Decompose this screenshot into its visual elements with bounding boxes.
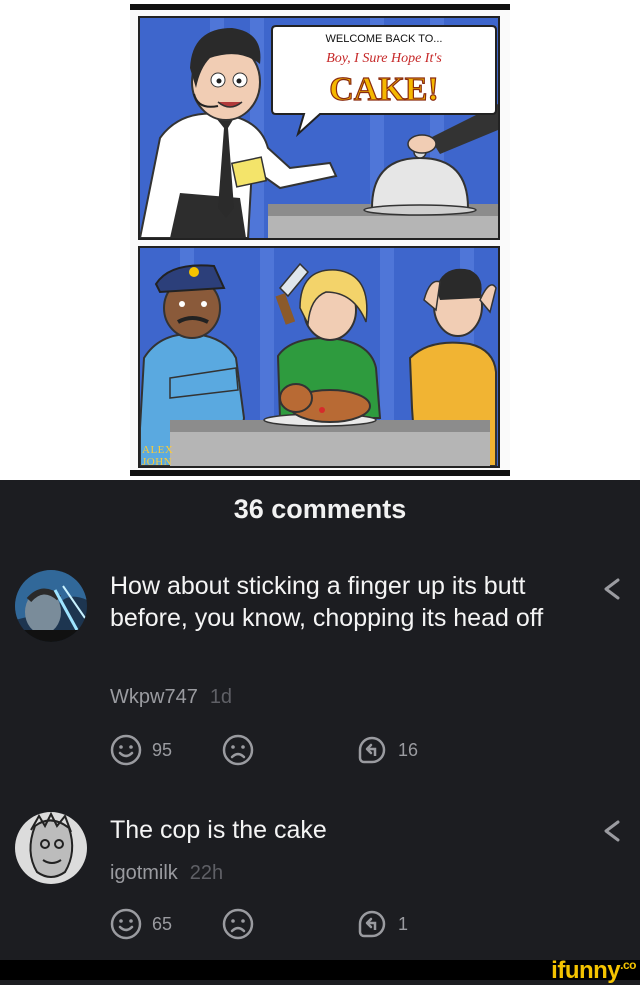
smile-count: 65 (152, 913, 173, 934)
smile-button[interactable]: 95 (110, 734, 172, 766)
frown-icon (222, 734, 254, 766)
avatar[interactable] (15, 570, 87, 642)
unsmile-button[interactable] (222, 734, 254, 766)
smile-icon (110, 908, 142, 940)
share-icon[interactable] (596, 816, 626, 846)
frown-icon (222, 908, 254, 940)
reply-count: 16 (398, 739, 419, 760)
artist-signature: ALEX JOHN (142, 444, 173, 468)
comment-actions: 65 1 (110, 908, 450, 942)
comment-meta: Wkpw747 1d (110, 686, 232, 709)
reply-button[interactable]: 1 (356, 908, 408, 940)
reply-count: 1 (398, 913, 409, 934)
bubble-line-2: Boy, I Sure Hope It's (326, 51, 442, 66)
bubble-line-1: WELCOME BACK TO... (326, 33, 443, 45)
comment-text: The cop is the cake (110, 816, 327, 844)
comment-time: 1d (209, 686, 233, 708)
smile-button[interactable]: 65 (110, 908, 172, 940)
reply-icon (358, 736, 386, 764)
comment-time: 22h (189, 862, 224, 884)
comment-text: How about sticking a finger up its butt … (110, 572, 544, 632)
comment-username[interactable]: Wkpw747 (110, 686, 198, 708)
share-icon[interactable] (596, 574, 626, 604)
panel-2-illustration (140, 248, 498, 466)
avatar-image-1 (15, 570, 87, 642)
brand-logo-suffix: .co (620, 958, 636, 972)
reply-button[interactable]: 16 (356, 734, 418, 766)
comment-username[interactable]: igotmilk (110, 862, 178, 884)
comic-panel-2 (138, 246, 500, 468)
ifunny-watermark: ifunny.co (551, 957, 636, 985)
avatar[interactable] (15, 812, 87, 884)
comic-panel-1: WELCOME BACK TO... Boy, I Sure Hope It's… (138, 16, 500, 240)
unsmile-button[interactable] (222, 908, 254, 940)
comic-strip: WELCOME BACK TO... Boy, I Sure Hope It's… (130, 4, 510, 476)
bubble-line-3: CAKE! (329, 71, 439, 108)
signature-line-2: JOHN (142, 456, 173, 468)
avatar-image-2 (15, 812, 87, 884)
bottom-bar (0, 960, 640, 980)
smile-count: 95 (152, 739, 173, 760)
reply-icon (358, 910, 386, 938)
comment-meta: igotmilk 22h (110, 862, 223, 885)
comment-actions: 95 16 (110, 734, 450, 768)
smile-icon (110, 734, 142, 766)
comments-count-header: 36 comments (233, 494, 407, 524)
signature-line-1: ALEX (142, 444, 174, 456)
panel-1-illustration: WELCOME BACK TO... Boy, I Sure Hope It's… (140, 18, 498, 238)
post-image[interactable]: WELCOME BACK TO... Boy, I Sure Hope It's… (0, 0, 640, 480)
